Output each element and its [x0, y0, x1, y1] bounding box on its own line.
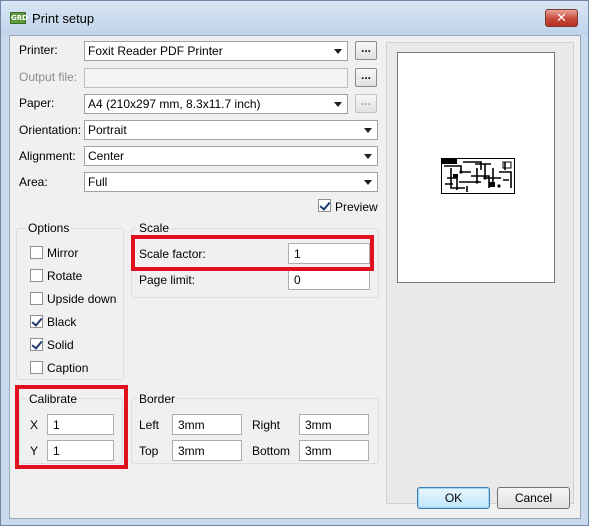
- area-value: Full: [88, 175, 108, 189]
- scale-factor-highlight: [131, 235, 374, 271]
- border-bottom-input[interactable]: 3mm: [299, 440, 369, 461]
- border-left-input[interactable]: 3mm: [172, 414, 242, 435]
- close-button[interactable]: ✕: [545, 9, 578, 27]
- mirror-label: Mirror: [47, 246, 79, 260]
- printer-value: Foxit Reader PDF Printer: [88, 44, 223, 58]
- border-right-input[interactable]: 3mm: [299, 414, 369, 435]
- alignment-select[interactable]: Center: [84, 146, 378, 166]
- printer-label: Printer:: [19, 43, 58, 57]
- solid-checkbox[interactable]: [30, 338, 43, 351]
- rotate-label: Rotate: [47, 269, 83, 283]
- border-left-label: Left: [139, 418, 160, 432]
- paper-browse-button[interactable]: ...: [355, 94, 377, 113]
- print-setup-window: GRD Print setup ✕ Printer: Foxit Reader …: [0, 0, 589, 526]
- chevron-down-icon: [334, 102, 342, 107]
- app-icon: GRD: [10, 12, 28, 24]
- alignment-label: Alignment:: [19, 149, 76, 163]
- page-limit-value: 0: [294, 273, 301, 287]
- border-right-label: Right: [252, 418, 281, 432]
- pcb-thumbnail-image: [441, 158, 515, 194]
- preview-checkbox[interactable]: [318, 199, 331, 212]
- window-title: Print setup: [32, 11, 95, 26]
- border-bottom-label: Bottom: [252, 444, 291, 458]
- page-limit-label: Page limit:: [139, 273, 196, 287]
- border-top-value: 3mm: [178, 444, 205, 458]
- border-left-value: 3mm: [178, 418, 205, 432]
- chevron-down-icon: [364, 128, 372, 133]
- black-checkbox[interactable]: [30, 315, 43, 328]
- page-limit-input[interactable]: 0: [288, 269, 370, 290]
- upside-down-checkbox[interactable]: [30, 292, 43, 305]
- dialog-body: Printer: Foxit Reader PDF Printer ... Ou…: [9, 35, 581, 519]
- border-top-label: Top: [139, 444, 159, 458]
- paper-value: A4 (210x297 mm, 8.3x11.7 inch): [88, 97, 261, 111]
- border-title: Border: [137, 392, 178, 406]
- area-select[interactable]: Full: [84, 172, 378, 192]
- output-file-input[interactable]: [84, 68, 348, 88]
- output-file-browse-button[interactable]: ...: [355, 68, 377, 87]
- upside-down-label: Upside down: [47, 292, 117, 306]
- chevron-down-icon: [364, 154, 372, 159]
- border-bottom-value: 3mm: [305, 444, 332, 458]
- border-right-value: 3mm: [305, 418, 332, 432]
- options-title: Options: [26, 221, 72, 235]
- area-label: Area:: [19, 175, 48, 189]
- calibrate-highlight: [15, 385, 128, 469]
- title-bar: GRD Print setup ✕: [1, 1, 588, 35]
- caption-checkbox[interactable]: [30, 361, 43, 374]
- paper-label: Paper:: [19, 96, 55, 110]
- print-preview-pane: [386, 42, 574, 504]
- alignment-value: Center: [88, 149, 125, 163]
- orientation-label: Orientation:: [19, 123, 82, 137]
- caption-label: Caption: [47, 361, 89, 375]
- rotate-checkbox[interactable]: [30, 269, 43, 282]
- cancel-button[interactable]: Cancel: [497, 487, 570, 509]
- preview-label: Preview: [335, 200, 378, 214]
- paper-preview: [397, 52, 555, 283]
- mirror-checkbox[interactable]: [30, 246, 43, 259]
- scale-title: Scale: [137, 221, 172, 235]
- output-file-label: Output file:: [19, 70, 78, 84]
- orientation-select[interactable]: Portrait: [84, 120, 378, 140]
- black-label: Black: [47, 315, 77, 329]
- solid-label: Solid: [47, 338, 74, 352]
- paper-select[interactable]: A4 (210x297 mm, 8.3x11.7 inch): [84, 94, 348, 114]
- printer-select[interactable]: Foxit Reader PDF Printer: [84, 41, 348, 61]
- printer-browse-button[interactable]: ...: [355, 41, 377, 60]
- border-top-input[interactable]: 3mm: [172, 440, 242, 461]
- ok-button[interactable]: OK: [417, 487, 490, 509]
- chevron-down-icon: [364, 180, 372, 185]
- chevron-down-icon: [334, 49, 342, 54]
- orientation-value: Portrait: [88, 123, 127, 137]
